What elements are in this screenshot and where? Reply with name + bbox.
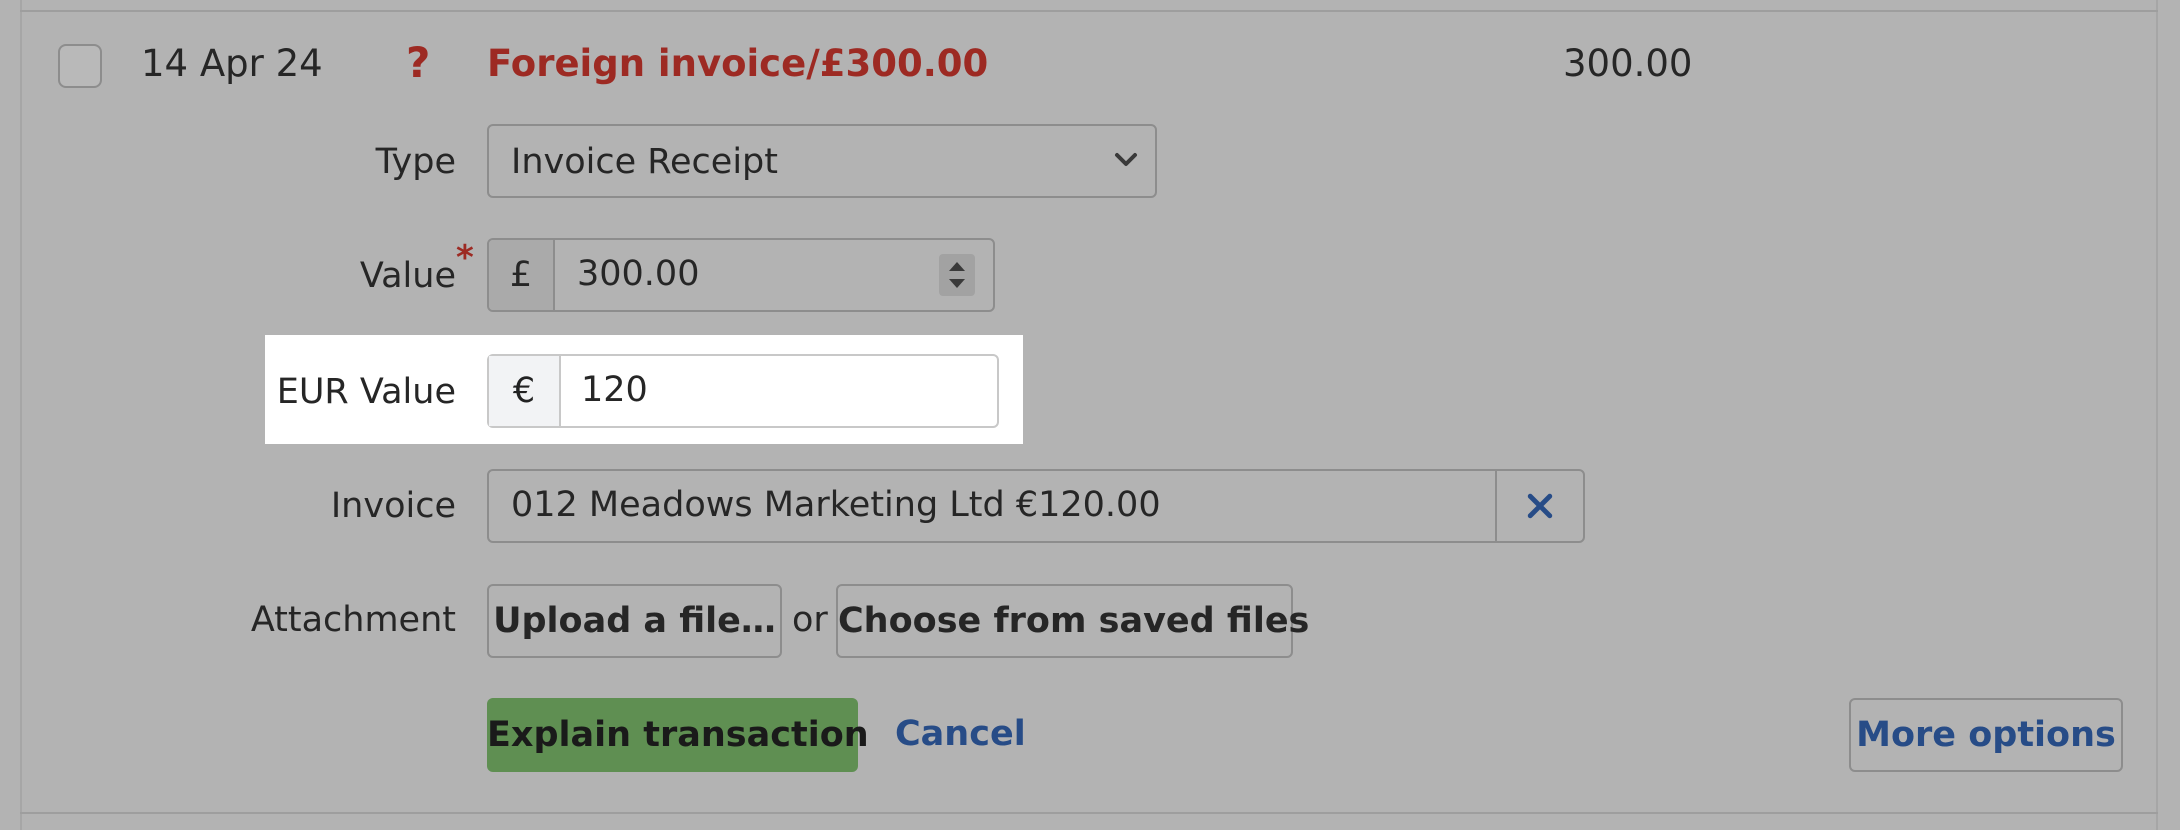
- cancel-link[interactable]: Cancel: [895, 714, 1026, 754]
- transaction-amount: 300.00: [1563, 42, 1693, 85]
- type-label: Type: [375, 142, 456, 182]
- value-input-group: £ 300.00: [487, 238, 995, 312]
- invoice-label: Invoice: [330, 486, 456, 526]
- invoice-value: 012 Meadows Marketing Ltd €120.00: [511, 485, 1161, 525]
- pound-currency-addon: £: [489, 240, 555, 310]
- eur-value-label: EUR Value: [276, 372, 456, 412]
- type-select-value: Invoice Receipt: [511, 142, 778, 182]
- stepper-icon[interactable]: [939, 254, 975, 296]
- value-input[interactable]: 300.00: [577, 254, 699, 294]
- more-options-button[interactable]: More options: [1849, 698, 2123, 772]
- eur-value-input[interactable]: 120: [581, 370, 648, 410]
- transaction-date: 14 Apr 24: [141, 42, 323, 85]
- invoice-selector[interactable]: 012 Meadows Marketing Ltd €120.00: [487, 469, 1585, 543]
- attachment-or-text: or: [792, 600, 828, 640]
- euro-currency-addon: €: [489, 356, 561, 426]
- question-mark-icon: ?: [406, 38, 431, 87]
- transaction-explain-page: 14 Apr 24 ? Foreign invoice/£300.00 300.…: [0, 0, 2180, 830]
- transaction-select-checkbox[interactable]: [58, 44, 102, 88]
- explain-transaction-button[interactable]: Explain transaction: [487, 698, 869, 772]
- bottom-divider: [20, 812, 2158, 814]
- top-divider: [20, 10, 2158, 12]
- eur-value-input-group: € 120: [487, 354, 999, 428]
- chevron-down-icon: [1115, 153, 1137, 166]
- close-icon: [1527, 493, 1553, 519]
- choose-saved-files-button[interactable]: Choose from saved files: [836, 584, 1309, 658]
- required-marker: *: [456, 238, 474, 278]
- attachment-label: Attachment: [250, 600, 456, 640]
- value-label: Value: [359, 256, 456, 296]
- upload-file-button[interactable]: Upload a file…: [487, 584, 782, 658]
- type-select[interactable]: Invoice Receipt: [487, 124, 1157, 198]
- transaction-description[interactable]: Foreign invoice/£300.00: [487, 42, 988, 85]
- invoice-clear-button[interactable]: [1495, 471, 1583, 541]
